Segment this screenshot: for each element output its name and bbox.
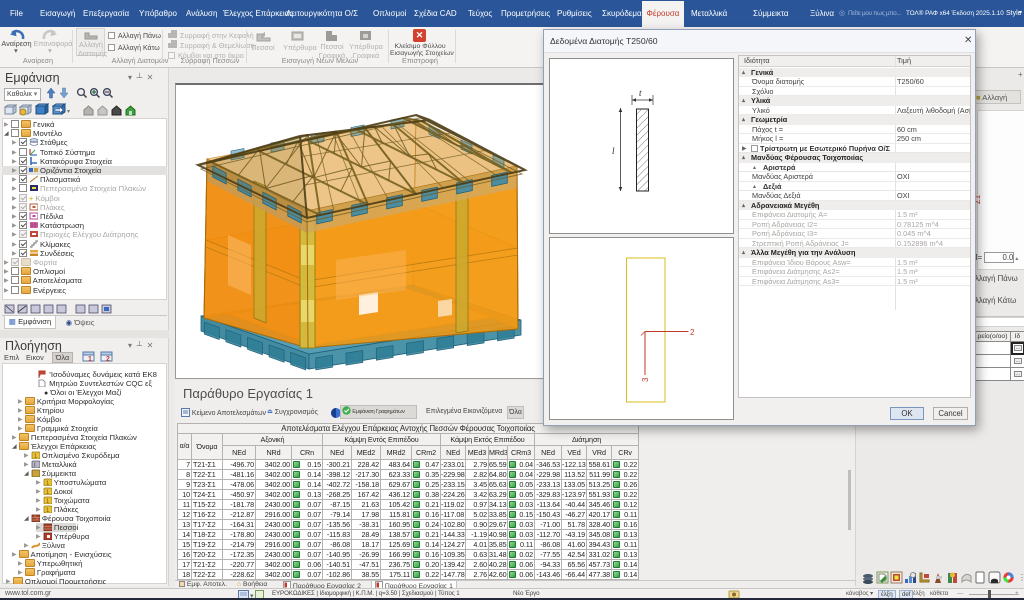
svg-text:2: 2 — [690, 328, 695, 337]
svg-text:t: t — [639, 88, 642, 98]
svg-text:⋮: ⋮ — [1018, 573, 1024, 582]
svg-text:3: 3 — [641, 377, 650, 382]
svg-text:l: l — [612, 146, 615, 156]
